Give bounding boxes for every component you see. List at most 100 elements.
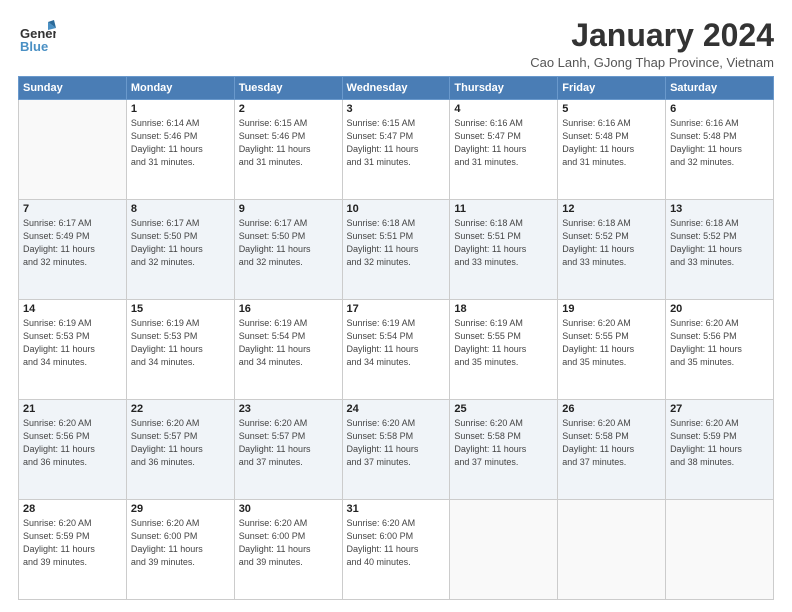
cell-info: Sunrise: 6:20 AMSunset: 5:59 PMDaylight:… xyxy=(23,517,122,569)
day-number: 1 xyxy=(131,103,230,115)
cell-info: Sunrise: 6:20 AMSunset: 6:00 PMDaylight:… xyxy=(347,517,446,569)
table-cell: 21 Sunrise: 6:20 AMSunset: 5:56 PMDayligh… xyxy=(19,400,127,500)
cell-info: Sunrise: 6:18 AMSunset: 5:51 PMDaylight:… xyxy=(454,217,553,269)
table-cell: 3 Sunrise: 6:15 AMSunset: 5:47 PMDaylight… xyxy=(342,100,450,200)
day-number: 28 xyxy=(23,503,122,515)
table-cell: 7 Sunrise: 6:17 AMSunset: 5:49 PMDaylight… xyxy=(19,200,127,300)
day-number: 21 xyxy=(23,403,122,415)
cell-info: Sunrise: 6:20 AMSunset: 5:55 PMDaylight:… xyxy=(562,317,661,369)
day-number: 16 xyxy=(239,303,338,315)
day-number: 27 xyxy=(670,403,769,415)
table-cell: 10 Sunrise: 6:18 AMSunset: 5:51 PMDayligh… xyxy=(342,200,450,300)
cell-info: Sunrise: 6:20 AMSunset: 5:58 PMDaylight:… xyxy=(562,417,661,469)
table-cell: 30Sunrise: 6:20 AMSunset: 6:00 PMDayligh… xyxy=(234,500,342,600)
day-number: 19 xyxy=(562,303,661,315)
cell-info: Sunrise: 6:17 AMSunset: 5:49 PMDaylight:… xyxy=(23,217,122,269)
cell-info: Sunrise: 6:16 AMSunset: 5:48 PMDaylight:… xyxy=(670,117,769,169)
day-number: 3 xyxy=(347,103,446,115)
cell-info: Sunrise: 6:17 AMSunset: 5:50 PMDaylight:… xyxy=(131,217,230,269)
calendar-table: Sunday Monday Tuesday Wednesday Thursday… xyxy=(18,76,774,600)
logo-icon: General Blue xyxy=(18,18,56,61)
table-cell: 29 Sunrise: 6:20 AMSunset: 6:00 PMDayligh… xyxy=(126,500,234,600)
col-monday: Monday xyxy=(126,77,234,100)
cell-info: Sunrise: 6:19 AMSunset: 5:55 PMDaylight:… xyxy=(454,317,553,369)
table-cell: 18 Sunrise: 6:19 AMSunset: 5:55 PMDayligh… xyxy=(450,300,558,400)
table-cell: 23Sunrise: 6:20 AMSunset: 5:57 PMDayligh… xyxy=(234,400,342,500)
title-block: January 2024 Cao Lanh, GJong Thap Provin… xyxy=(530,18,774,70)
day-number: 7 xyxy=(23,203,122,215)
col-thursday: Thursday xyxy=(450,77,558,100)
day-number: 20 xyxy=(670,303,769,315)
cell-info: Sunrise: 6:14 AMSunset: 5:46 PMDaylight:… xyxy=(131,117,230,169)
calendar-week-row: 21 Sunrise: 6:20 AMSunset: 5:56 PMDayligh… xyxy=(19,400,774,500)
table-cell: 12Sunrise: 6:18 AMSunset: 5:52 PMDayligh… xyxy=(558,200,666,300)
table-cell: 17Sunrise: 6:19 AMSunset: 5:54 PMDayligh… xyxy=(342,300,450,400)
table-cell: 28 Sunrise: 6:20 AMSunset: 5:59 PMDayligh… xyxy=(19,500,127,600)
table-cell: 26 Sunrise: 6:20 AMSunset: 5:58 PMDayligh… xyxy=(558,400,666,500)
cell-info: Sunrise: 6:16 AMSunset: 5:47 PMDaylight:… xyxy=(454,117,553,169)
day-number: 15 xyxy=(131,303,230,315)
day-number: 30 xyxy=(239,503,338,515)
table-cell: 20 Sunrise: 6:20 AMSunset: 5:56 PMDayligh… xyxy=(666,300,774,400)
table-cell: 4Sunrise: 6:16 AMSunset: 5:47 PMDaylight… xyxy=(450,100,558,200)
table-cell xyxy=(558,500,666,600)
table-cell: 8 Sunrise: 6:17 AMSunset: 5:50 PMDaylight… xyxy=(126,200,234,300)
table-cell: 24Sunrise: 6:20 AMSunset: 5:58 PMDayligh… xyxy=(342,400,450,500)
calendar-week-row: 28 Sunrise: 6:20 AMSunset: 5:59 PMDayligh… xyxy=(19,500,774,600)
calendar-week-row: 14 Sunrise: 6:19 AMSunset: 5:53 PMDayligh… xyxy=(19,300,774,400)
day-number: 22 xyxy=(131,403,230,415)
table-cell xyxy=(450,500,558,600)
table-cell: 27Sunrise: 6:20 AMSunset: 5:59 PMDayligh… xyxy=(666,400,774,500)
cell-info: Sunrise: 6:19 AMSunset: 5:54 PMDaylight:… xyxy=(239,317,338,369)
cell-info: Sunrise: 6:20 AMSunset: 5:56 PMDaylight:… xyxy=(670,317,769,369)
cell-info: Sunrise: 6:19 AMSunset: 5:53 PMDaylight:… xyxy=(131,317,230,369)
table-cell: 6 Sunrise: 6:16 AMSunset: 5:48 PMDaylight… xyxy=(666,100,774,200)
day-number: 14 xyxy=(23,303,122,315)
calendar-header-row: Sunday Monday Tuesday Wednesday Thursday… xyxy=(19,77,774,100)
calendar-week-row: 1 Sunrise: 6:14 AMSunset: 5:46 PMDaylight… xyxy=(19,100,774,200)
table-cell: 31 Sunrise: 6:20 AMSunset: 6:00 PMDayligh… xyxy=(342,500,450,600)
logo: General Blue xyxy=(18,18,56,61)
table-cell: 13Sunrise: 6:18 AMSunset: 5:52 PMDayligh… xyxy=(666,200,774,300)
table-cell xyxy=(19,100,127,200)
cell-info: Sunrise: 6:16 AMSunset: 5:48 PMDaylight:… xyxy=(562,117,661,169)
table-cell: 19 Sunrise: 6:20 AMSunset: 5:55 PMDayligh… xyxy=(558,300,666,400)
table-cell: 16 Sunrise: 6:19 AMSunset: 5:54 PMDayligh… xyxy=(234,300,342,400)
col-wednesday: Wednesday xyxy=(342,77,450,100)
day-number: 31 xyxy=(347,503,446,515)
day-number: 18 xyxy=(454,303,553,315)
cell-info: Sunrise: 6:15 AMSunset: 5:46 PMDaylight:… xyxy=(239,117,338,169)
cell-info: Sunrise: 6:19 AMSunset: 5:54 PMDaylight:… xyxy=(347,317,446,369)
subtitle: Cao Lanh, GJong Thap Province, Vietnam xyxy=(530,55,774,70)
day-number: 6 xyxy=(670,103,769,115)
cell-info: Sunrise: 6:18 AMSunset: 5:52 PMDaylight:… xyxy=(670,217,769,269)
day-number: 26 xyxy=(562,403,661,415)
header: General Blue January 2024 Cao Lanh, GJon… xyxy=(18,18,774,70)
col-friday: Friday xyxy=(558,77,666,100)
table-cell: 15 Sunrise: 6:19 AMSunset: 5:53 PMDayligh… xyxy=(126,300,234,400)
day-number: 2 xyxy=(239,103,338,115)
table-cell: 1 Sunrise: 6:14 AMSunset: 5:46 PMDaylight… xyxy=(126,100,234,200)
cell-info: Sunrise: 6:15 AMSunset: 5:47 PMDaylight:… xyxy=(347,117,446,169)
page: General Blue January 2024 Cao Lanh, GJon… xyxy=(0,0,792,612)
day-number: 23 xyxy=(239,403,338,415)
day-number: 9 xyxy=(239,203,338,215)
day-number: 10 xyxy=(347,203,446,215)
col-tuesday: Tuesday xyxy=(234,77,342,100)
cell-info: Sunrise: 6:20 AMSunset: 6:00 PMDaylight:… xyxy=(131,517,230,569)
cell-info: Sunrise: 6:18 AMSunset: 5:51 PMDaylight:… xyxy=(347,217,446,269)
table-cell: 14 Sunrise: 6:19 AMSunset: 5:53 PMDayligh… xyxy=(19,300,127,400)
calendar-week-row: 7 Sunrise: 6:17 AMSunset: 5:49 PMDaylight… xyxy=(19,200,774,300)
day-number: 8 xyxy=(131,203,230,215)
cell-info: Sunrise: 6:19 AMSunset: 5:53 PMDaylight:… xyxy=(23,317,122,369)
svg-text:Blue: Blue xyxy=(20,39,48,54)
day-number: 12 xyxy=(562,203,661,215)
day-number: 5 xyxy=(562,103,661,115)
day-number: 25 xyxy=(454,403,553,415)
table-cell xyxy=(666,500,774,600)
day-number: 29 xyxy=(131,503,230,515)
day-number: 11 xyxy=(454,203,553,215)
cell-info: Sunrise: 6:20 AMSunset: 5:56 PMDaylight:… xyxy=(23,417,122,469)
col-sunday: Sunday xyxy=(19,77,127,100)
col-saturday: Saturday xyxy=(666,77,774,100)
